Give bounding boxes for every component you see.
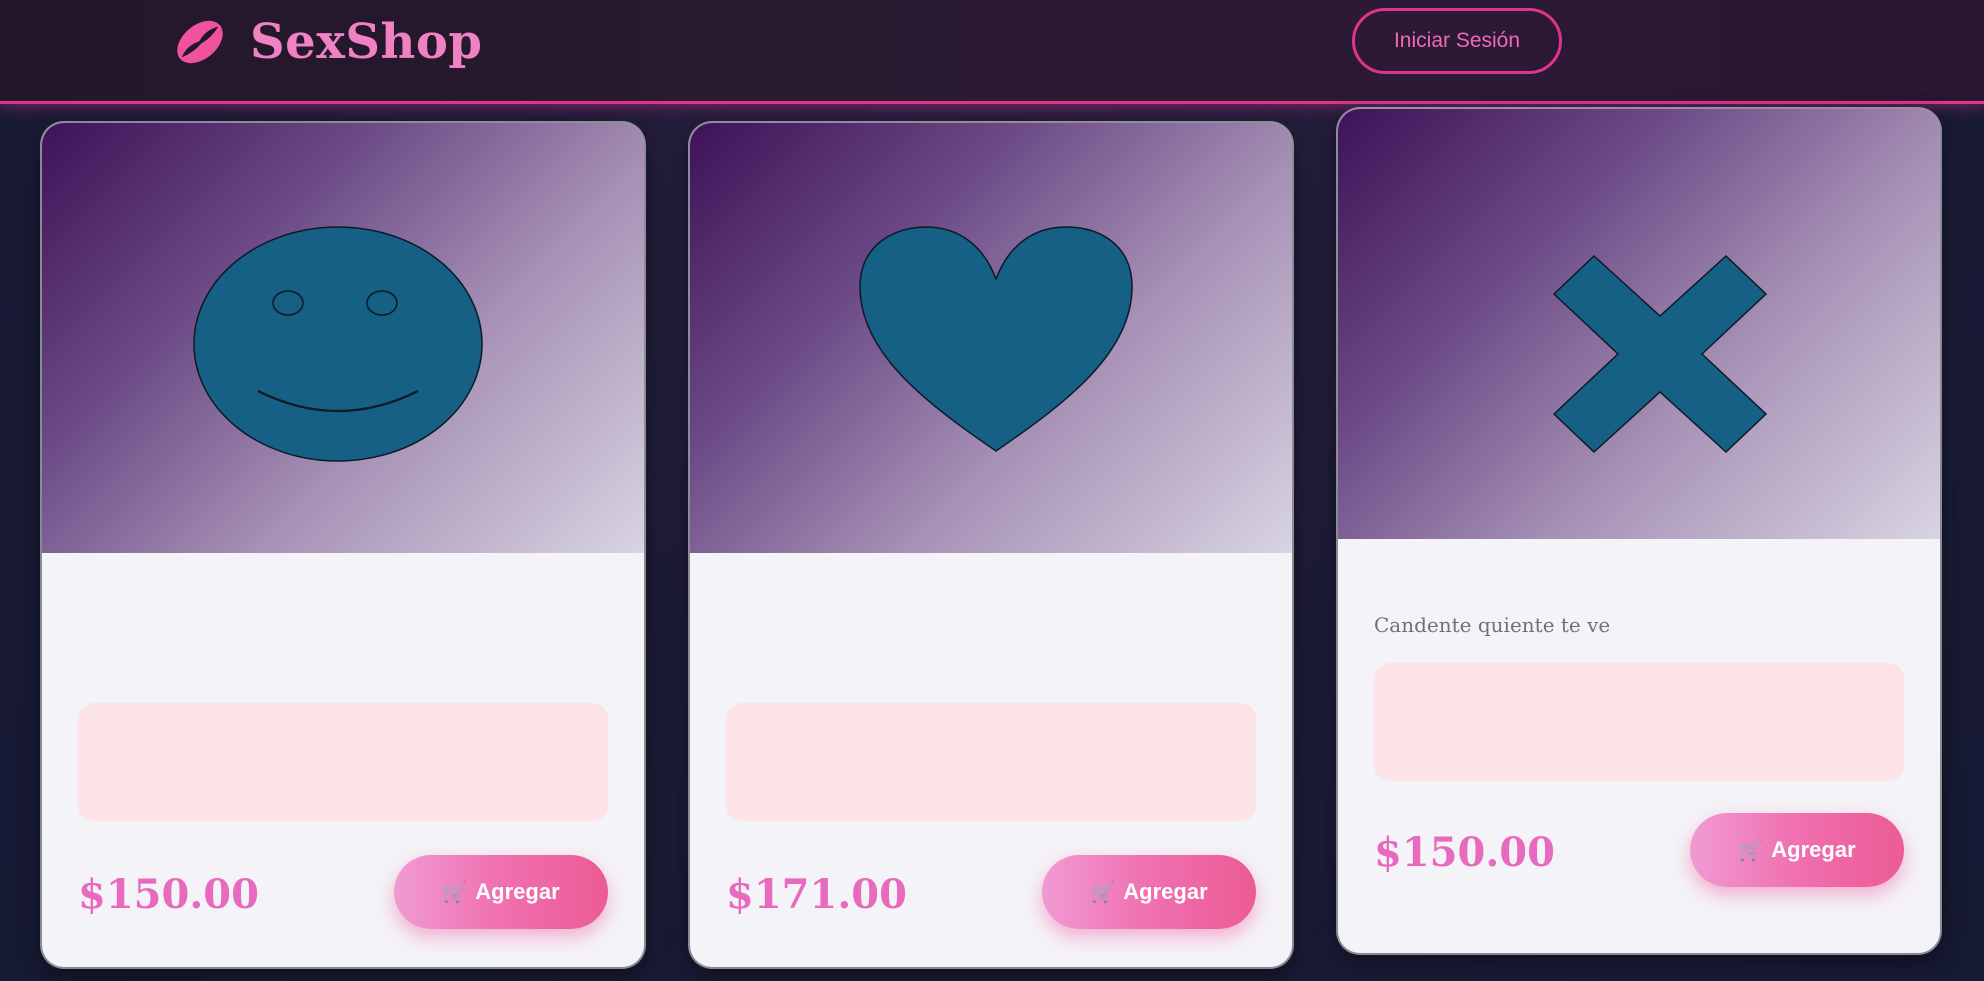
brand-logo[interactable]: SexShop — [172, 12, 482, 72]
page: SexShop Iniciar Sesión $150.00 🛒 Agregar — [0, 0, 1984, 981]
add-to-cart-button[interactable]: 🛒 Agregar — [1690, 813, 1904, 887]
product-card: $171.00 🛒 Agregar — [690, 123, 1292, 967]
product-features — [1374, 663, 1904, 781]
product-info: $150.00 🛒 Agregar — [42, 553, 644, 967]
lips-icon — [177, 20, 223, 64]
login-button[interactable]: Iniciar Sesión — [1352, 8, 1562, 74]
smiley-face-icon — [193, 226, 483, 462]
add-to-cart-label: Agregar — [1771, 837, 1856, 862]
add-to-cart-button[interactable]: 🛒 Agregar — [1042, 855, 1256, 929]
product-card: Candente quiente te ve $150.00 🛒 Agregar — [1338, 109, 1940, 953]
product-price: $150.00 — [1374, 829, 1555, 876]
heart-icon — [859, 226, 1133, 452]
product-features — [78, 703, 608, 821]
add-to-cart-label: Agregar — [1123, 879, 1208, 904]
product-price: $171.00 — [726, 871, 907, 918]
brand-name: SexShop — [250, 14, 483, 70]
add-to-cart-button[interactable]: 🛒 Agregar — [394, 855, 608, 929]
product-features — [726, 703, 1256, 821]
cart-icon: 🛒 — [1738, 839, 1764, 862]
product-image[interactable] — [690, 123, 1292, 553]
cart-icon: 🛒 — [1090, 881, 1116, 904]
product-image[interactable] — [42, 123, 644, 553]
top-navbar: SexShop Iniciar Sesión — [0, 0, 1984, 104]
product-subtitle: Candente quiente te ve — [1374, 613, 1611, 637]
product-info: Candente quiente te ve $150.00 🛒 Agregar — [1338, 539, 1940, 953]
add-to-cart-label: Agregar — [475, 879, 560, 904]
cart-icon: 🛒 — [442, 881, 468, 904]
product-info: $171.00 🛒 Agregar — [690, 553, 1292, 967]
product-image[interactable] — [1338, 109, 1940, 539]
x-cross-icon — [1552, 254, 1768, 454]
product-card: $150.00 🛒 Agregar — [42, 123, 644, 967]
product-price: $150.00 — [78, 871, 259, 918]
